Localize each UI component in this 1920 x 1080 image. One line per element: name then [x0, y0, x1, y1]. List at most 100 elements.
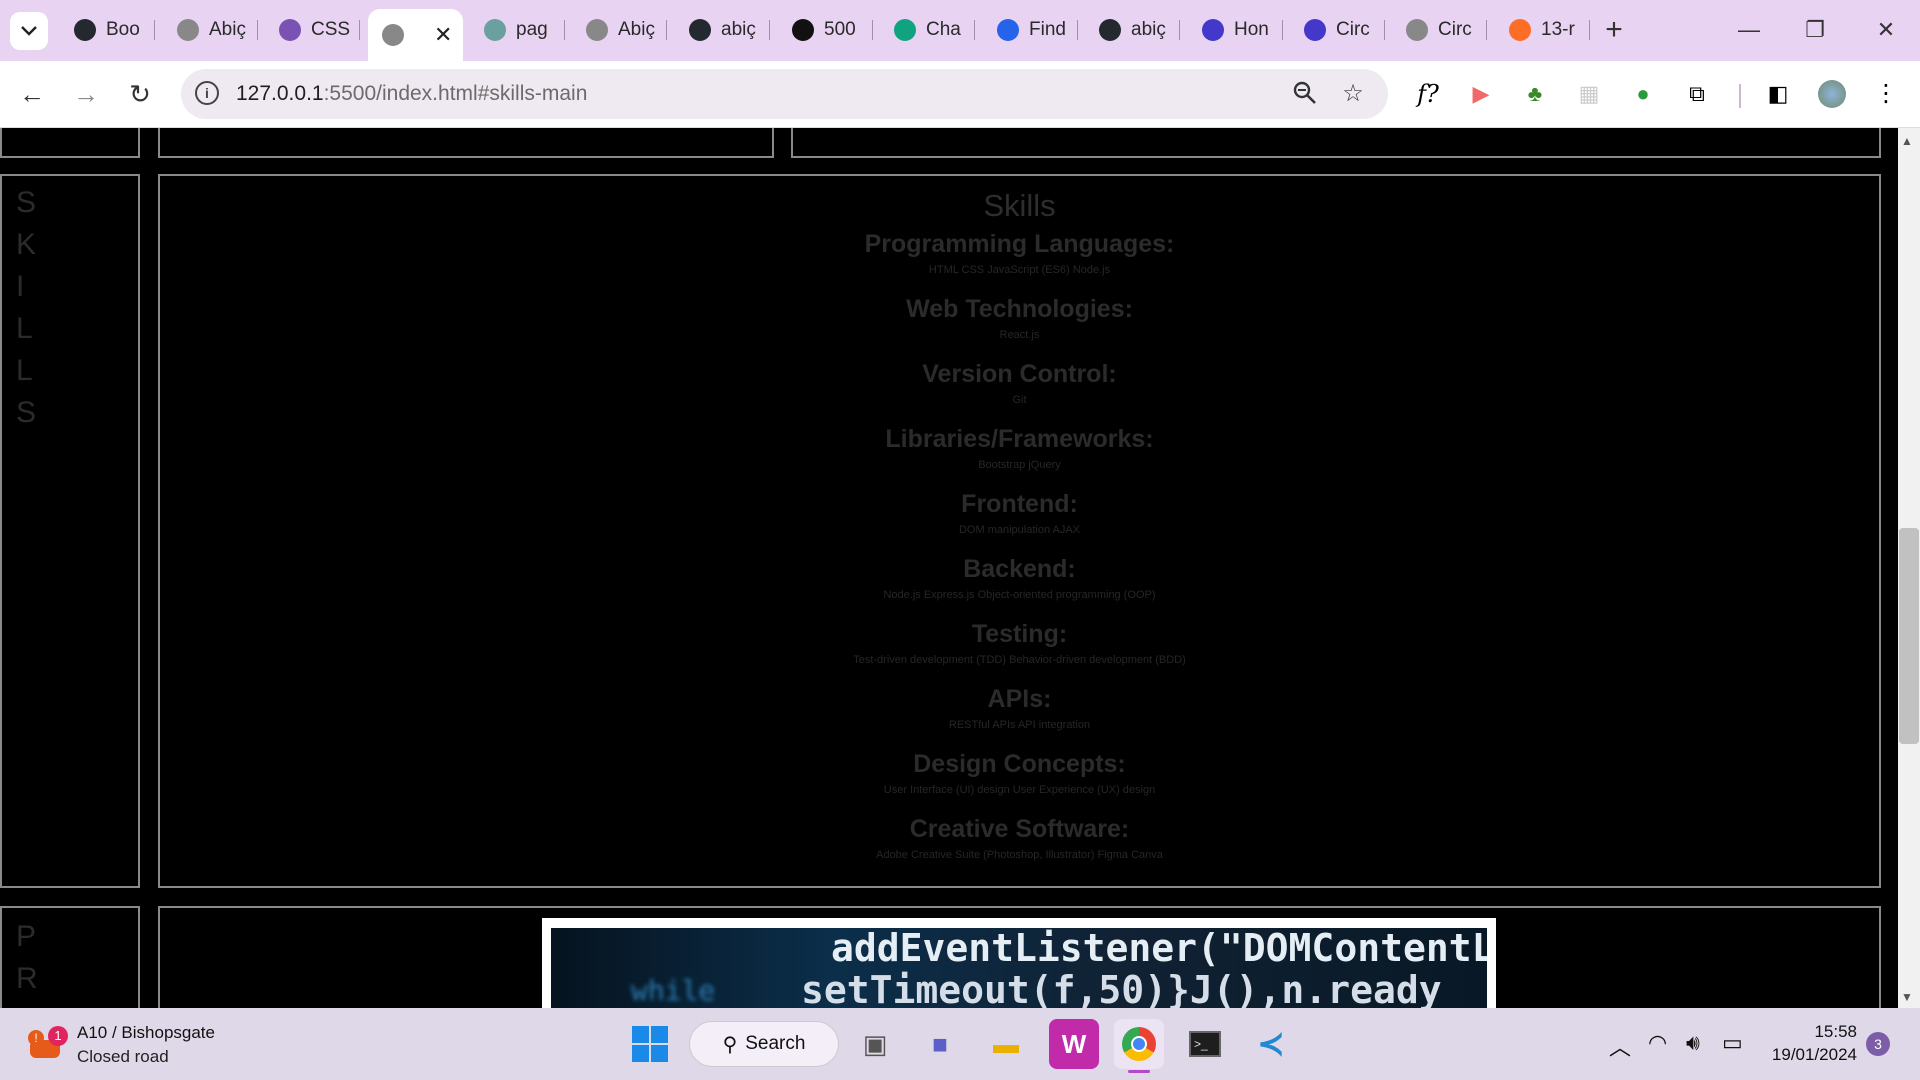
loading-icon [484, 19, 506, 41]
new-tab-button[interactable]: + [1597, 14, 1631, 48]
skill-category-heading: Testing: [971, 620, 1068, 648]
sidebar-letter: L [16, 354, 33, 387]
close-window-icon[interactable]: ✕ [1866, 12, 1906, 48]
reload-icon[interactable]: ↻ [122, 76, 158, 112]
address-bar[interactable]: i 127.0.0.1:5500/index.html#skills-main [181, 69, 1388, 119]
github-icon [1099, 19, 1121, 41]
scroll-down-icon[interactable]: ▼ [1901, 990, 1913, 1004]
skill-category-items: Git [1012, 394, 1027, 406]
forward-arrow-icon[interactable]: → [68, 76, 104, 112]
browser-tab[interactable]: pag [470, 10, 565, 50]
zoom-icon[interactable] [1291, 80, 1319, 108]
tab-search-button[interactable] [10, 12, 48, 50]
browser-tab[interactable]: abiç [675, 10, 770, 50]
record-extension-icon[interactable]: ▶ [1465, 78, 1497, 110]
browser-tab[interactable]: ✕ [368, 9, 463, 61]
function-extension-icon[interactable]: f? [1412, 78, 1444, 110]
back-arrow-icon[interactable]: ← [14, 76, 50, 112]
tab-separator [1282, 20, 1283, 40]
skills-main: Skills Programming Languages: HTML CSS Ja… [158, 174, 1881, 888]
file-explorer-icon[interactable]: ▬ [981, 1019, 1031, 1069]
previous-section-box-right [791, 128, 1881, 158]
restore-icon[interactable]: ❐ [1795, 12, 1835, 48]
taskbar-search[interactable]: ⚲ Search [689, 1021, 839, 1067]
code-line-2: setTimeout(f,50)}J(),n.ready [801, 968, 1442, 1008]
terminal-icon[interactable]: >_ [1180, 1019, 1230, 1069]
skill-category-heading: Version Control: [922, 360, 1117, 388]
tab-separator [666, 20, 667, 40]
tab-label: abiç [721, 19, 756, 40]
url-text[interactable]: 127.0.0.1:5500/index.html#skills-main [236, 82, 587, 106]
browser-tab[interactable]: Hon [1188, 10, 1283, 50]
tab-label: Abiç [209, 19, 246, 40]
github-icon [689, 19, 711, 41]
tab-label: 13-r [1541, 19, 1575, 40]
browser-tab[interactable]: Boo [60, 10, 155, 50]
minimize-icon[interactable]: — [1729, 12, 1769, 48]
grid-extension-icon[interactable]: ▦ [1573, 78, 1605, 110]
skill-category-items: HTML CSS JavaScript (ES6) Node.js [928, 264, 1111, 276]
menu-kebab-icon[interactable]: ⋮ [1870, 78, 1902, 110]
clock-date[interactable]: 19/01/2024 [1762, 1045, 1857, 1065]
extensions-puzzle-icon[interactable]: ⧉ [1681, 78, 1713, 110]
html-tree-extension-icon[interactable]: ♣ [1519, 78, 1551, 110]
browser-tab[interactable]: 500 [778, 10, 873, 50]
browser-tab[interactable]: Circ [1290, 10, 1385, 50]
traffic-status[interactable]: Closed road [77, 1047, 169, 1067]
notification-center-badge[interactable]: 3 [1866, 1032, 1890, 1056]
browser-tab[interactable]: Abiç [572, 10, 667, 50]
tab-label: Circ [1438, 19, 1472, 40]
tab-label: 500 [824, 19, 856, 40]
globe-icon [382, 24, 404, 46]
vscode-icon[interactable]: ≺ [1246, 1019, 1296, 1069]
browser-tab[interactable]: 13-r [1495, 10, 1590, 50]
chrome-taskbar-icon[interactable] [1114, 1019, 1164, 1069]
wifi-icon[interactable]: ◠ [1648, 1030, 1667, 1056]
sidebar-letter: R [16, 962, 38, 995]
traffic-title[interactable]: A10 / Bishopsgate [77, 1023, 215, 1043]
profile-avatar[interactable] [1816, 78, 1848, 110]
scrollbar-thumb[interactable] [1899, 528, 1919, 744]
browser-tab[interactable]: abiç [1085, 10, 1180, 50]
battery-icon[interactable]: ▭ [1722, 1030, 1743, 1056]
clock-time[interactable]: 15:58 [1792, 1022, 1857, 1042]
tab-label: Find [1029, 19, 1066, 40]
tab-label: CSS [311, 19, 351, 40]
browser-tab[interactable]: Circ [1392, 10, 1487, 50]
traffic-widget-icon[interactable]: ! 1 [28, 1026, 68, 1064]
gitlab-icon [1509, 19, 1531, 41]
tab-separator [154, 20, 155, 40]
site-info-icon[interactable]: i [195, 81, 219, 105]
teams-chat-icon[interactable]: ■ [915, 1019, 965, 1069]
chevron-up-icon[interactable]: ︿ [1609, 1030, 1631, 1062]
scroll-up-icon[interactable]: ▲ [1901, 134, 1913, 148]
tab-separator [1486, 20, 1487, 40]
previous-section-sidebar [0, 128, 140, 158]
bookmark-star-icon[interactable]: ☆ [1339, 80, 1367, 108]
sidebar-letter: S [16, 186, 37, 219]
windows-start-icon[interactable] [625, 1019, 675, 1069]
volume-icon[interactable]: 🔊︎ [1686, 1030, 1700, 1056]
skills-sidebar: SKILLS [0, 174, 140, 888]
evernote-extension-icon[interactable]: ● [1627, 78, 1659, 110]
browser-tab[interactable]: Abiç [163, 10, 258, 50]
task-view-icon[interactable]: ▣ [850, 1019, 900, 1069]
side-panel-icon[interactable]: ◧ [1762, 78, 1794, 110]
tab-label: pag [516, 19, 548, 40]
browser-tab[interactable]: Find [983, 10, 1078, 50]
skill-category-items: Adobe Creative Suite (Photoshop, Illustr… [876, 849, 1163, 861]
skill-category-heading: Backend: [963, 555, 1076, 583]
browser-tab[interactable]: CSS [265, 10, 360, 50]
skill-category-items: Bootstrap jQuery [978, 459, 1061, 471]
warp-app-icon[interactable]: W [1049, 1019, 1099, 1069]
skill-category-items: Test-driven development (TDD) Behavior-d… [853, 654, 1186, 666]
skills-title: Skills [983, 188, 1056, 223]
tab-close-icon[interactable]: ✕ [434, 22, 452, 48]
sidebar-letter: I [16, 270, 25, 303]
skill-category-items: User Interface (UI) design User Experien… [883, 784, 1156, 796]
code-blur-decoration: while [631, 974, 716, 1007]
projects-sidebar: PR [0, 906, 140, 1008]
skill-category-items: Node.js Express.js Object-oriented progr… [883, 589, 1156, 601]
github-icon [74, 19, 96, 41]
browser-tab[interactable]: Cha [880, 10, 975, 50]
